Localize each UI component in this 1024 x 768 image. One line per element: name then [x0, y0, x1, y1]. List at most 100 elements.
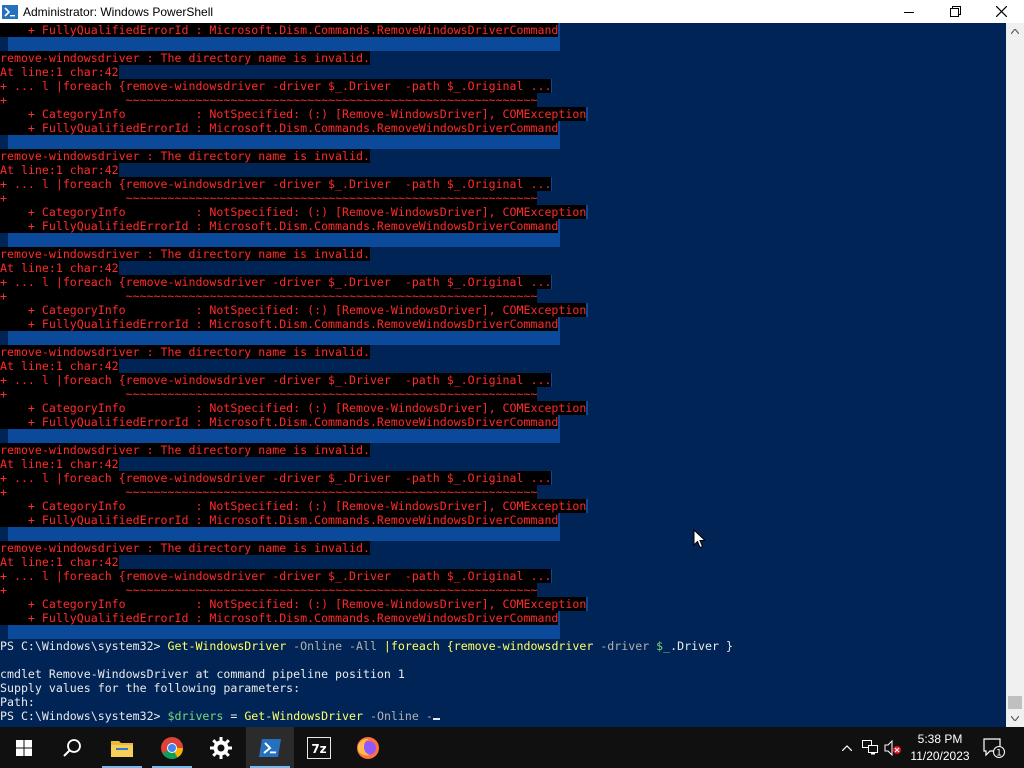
- console-error-line: + CategoryInfo : NotSpecified: (:) [Remo…: [0, 597, 587, 611]
- chevron-up-icon: [842, 744, 852, 751]
- clock-time: 5:38 PM: [917, 732, 963, 746]
- selection-highlight: [8, 37, 560, 51]
- console-error-text: + CategoryInfo : NotSpecified: (:) [Remo…: [0, 205, 587, 219]
- console-error-line: remove-windowsdriver : The directory nam…: [0, 51, 370, 65]
- console-error-text: + FullyQualifiedErrorId : Microsoft.Dism…: [0, 415, 559, 429]
- close-button[interactable]: [978, 0, 1024, 23]
- console-error-line: + CategoryInfo : NotSpecified: (:) [Remo…: [0, 205, 587, 219]
- action-center-button[interactable]: 1: [980, 727, 1008, 768]
- selection-highlight: [8, 135, 560, 149]
- notification-count: 1: [996, 748, 1002, 758]
- console-error-line: remove-windowsdriver : The directory nam…: [0, 345, 370, 359]
- selection-highlight: [8, 625, 560, 639]
- network-button[interactable]: [860, 727, 880, 768]
- title-bar[interactable]: Administrator: Windows PowerShell: [0, 0, 1024, 23]
- console-error-text: remove-windowsdriver : The directory nam…: [0, 443, 370, 457]
- console-error-text: + FullyQualifiedErrorId : Microsoft.Dism…: [0, 121, 559, 135]
- console-error-text: + ... l |foreach {remove-windowsdriver -…: [0, 275, 552, 289]
- console-error-text: + ~~~~~~~~~~~~~~~~~~~~~~~~~~~~~~~~~~~~~~…: [0, 387, 538, 401]
- console-error-line: remove-windowsdriver : The directory nam…: [0, 443, 370, 457]
- chrome-icon: [161, 736, 183, 759]
- selection-highlight: [8, 429, 560, 443]
- windows-start-icon: [16, 739, 32, 756]
- console-error-text: + FullyQualifiedErrorId : Microsoft.Dism…: [0, 219, 559, 233]
- console-error-line: + FullyQualifiedErrorId : Microsoft.Dism…: [0, 121, 559, 135]
- clock-date: 11/20/2023: [910, 749, 970, 763]
- console-error-text: At line:1 char:42: [0, 65, 119, 79]
- console-output[interactable]: + FullyQualifiedErrorId : Microsoft.Dism…: [0, 23, 1006, 727]
- scroll-down-button[interactable]: [1006, 710, 1024, 727]
- console-command-line-2[interactable]: PS C:\Windows\system32> $drivers = Get-W…: [0, 709, 440, 723]
- console-error-line: + FullyQualifiedErrorId : Microsoft.Dism…: [0, 513, 559, 527]
- minimize-button[interactable]: [886, 0, 932, 23]
- console-error-line: + ~~~~~~~~~~~~~~~~~~~~~~~~~~~~~~~~~~~~~~…: [0, 485, 538, 499]
- powershell-icon: [259, 738, 281, 757]
- console-error-line: + ~~~~~~~~~~~~~~~~~~~~~~~~~~~~~~~~~~~~~~…: [0, 191, 538, 205]
- console-error-text: + ... l |foreach {remove-windowsdriver -…: [0, 373, 552, 387]
- start-button[interactable]: [0, 727, 48, 768]
- search-button[interactable]: [48, 727, 96, 768]
- scrollbar-thumb[interactable]: [1008, 696, 1022, 709]
- console-error-text: + ... l |foreach {remove-windowsdriver -…: [0, 79, 552, 93]
- console-error-line: + ... l |foreach {remove-windowsdriver -…: [0, 275, 552, 289]
- console-error-line: At line:1 char:42: [0, 555, 119, 569]
- search-icon: [63, 738, 81, 757]
- console-error-text: + CategoryInfo : NotSpecified: (:) [Remo…: [0, 303, 587, 317]
- console-error-text: + ~~~~~~~~~~~~~~~~~~~~~~~~~~~~~~~~~~~~~~…: [0, 583, 538, 597]
- console-error-line: At line:1 char:42: [0, 261, 119, 275]
- firefox-icon: [357, 736, 379, 759]
- console-output-line: cmdlet Remove-WindowsDriver at command p…: [0, 667, 405, 681]
- console-error-line: At line:1 char:42: [0, 359, 119, 373]
- taskbar-powershell[interactable]: [246, 727, 294, 768]
- notification-icon: 1: [983, 737, 1005, 758]
- selection-highlight: [8, 233, 560, 247]
- console-error-text: At line:1 char:42: [0, 163, 119, 177]
- console-error-line: + ... l |foreach {remove-windowsdriver -…: [0, 177, 552, 191]
- vertical-scrollbar[interactable]: [1006, 23, 1024, 727]
- console-command-line-1: PS C:\Windows\system32> Get-WindowsDrive…: [0, 639, 733, 653]
- taskbar-7zip[interactable]: 7z: [295, 727, 343, 768]
- taskbar-clock[interactable]: 5:38 PM 11/20/2023: [900, 731, 980, 765]
- console-error-text: At line:1 char:42: [0, 261, 119, 275]
- taskbar-file-explorer[interactable]: [98, 727, 146, 768]
- window-controls: [886, 0, 1024, 23]
- network-icon: [861, 740, 878, 755]
- console-error-text: + ~~~~~~~~~~~~~~~~~~~~~~~~~~~~~~~~~~~~~~…: [0, 485, 538, 499]
- console-error-line: + ~~~~~~~~~~~~~~~~~~~~~~~~~~~~~~~~~~~~~~…: [0, 93, 538, 107]
- console-error-line: At line:1 char:42: [0, 65, 119, 79]
- console-error-line: + ~~~~~~~~~~~~~~~~~~~~~~~~~~~~~~~~~~~~~~…: [0, 583, 538, 597]
- console-error-line: + ... l |foreach {remove-windowsdriver -…: [0, 569, 552, 583]
- 7zip-label: 7z: [311, 742, 326, 756]
- scroll-up-button[interactable]: [1006, 23, 1024, 40]
- show-hidden-icons-button[interactable]: [838, 727, 856, 768]
- text-cursor: [432, 718, 440, 720]
- console-error-text: + FullyQualifiedErrorId : Microsoft.Dism…: [0, 317, 559, 331]
- console-output-line: Path:: [0, 695, 35, 709]
- taskbar-settings[interactable]: [197, 727, 245, 768]
- console-error-line: At line:1 char:42: [0, 163, 119, 177]
- selection-highlight: [8, 527, 560, 541]
- console-error-line: + ... l |foreach {remove-windowsdriver -…: [0, 79, 552, 93]
- console-error-text: + FullyQualifiedErrorId : Microsoft.Dism…: [0, 611, 559, 625]
- console-error-line: remove-windowsdriver : The directory nam…: [0, 247, 370, 261]
- file-explorer-icon: [111, 740, 133, 757]
- console-error-text: At line:1 char:42: [0, 555, 119, 569]
- window-title: Administrator: Windows PowerShell: [23, 4, 214, 19]
- taskbar-chrome[interactable]: [148, 727, 196, 768]
- taskbar: 7z 5:38 PM 11/20/2023 1: [0, 727, 1024, 768]
- maximize-button[interactable]: [932, 0, 978, 23]
- powershell-title-icon: [2, 4, 18, 19]
- console-error-text: + FullyQualifiedErrorId : Microsoft.Dism…: [0, 23, 559, 37]
- console-error-line: + CategoryInfo : NotSpecified: (:) [Remo…: [0, 401, 587, 415]
- console-error-text: remove-windowsdriver : The directory nam…: [0, 51, 370, 65]
- console-error-line: + CategoryInfo : NotSpecified: (:) [Remo…: [0, 499, 587, 513]
- console-error-text: remove-windowsdriver : The directory nam…: [0, 345, 370, 359]
- console-error-text: + CategoryInfo : NotSpecified: (:) [Remo…: [0, 597, 587, 611]
- console-error-text: + ~~~~~~~~~~~~~~~~~~~~~~~~~~~~~~~~~~~~~~…: [0, 93, 538, 107]
- close-icon: [995, 6, 1007, 17]
- console-error-text: remove-windowsdriver : The directory nam…: [0, 247, 370, 261]
- taskbar-firefox[interactable]: [344, 727, 392, 768]
- console-error-text: + ... l |foreach {remove-windowsdriver -…: [0, 177, 552, 191]
- console-error-line: + FullyQualifiedErrorId : Microsoft.Dism…: [0, 219, 559, 233]
- minimize-icon: [904, 11, 914, 13]
